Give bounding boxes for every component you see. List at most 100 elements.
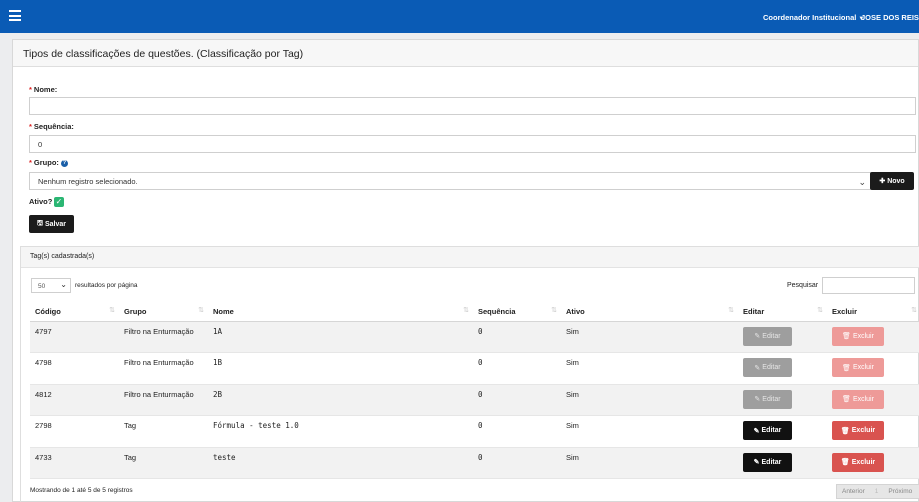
required-mark: * xyxy=(29,85,32,94)
cell-grupo: Tag xyxy=(119,447,208,479)
col-sequencia-label: Sequência xyxy=(478,306,516,316)
search-input[interactable] xyxy=(822,277,915,294)
role-dropdown[interactable]: Coordenador Institucional ▼ xyxy=(763,13,864,22)
cell-ativo: Sim xyxy=(561,352,738,385)
col-nome-label: Nome xyxy=(213,306,234,316)
menu-icon[interactable] xyxy=(9,10,21,21)
table-row: 4797 Filtro na Enturmação 1A 0 Sim ✎ Editar 🗑 Ex… xyxy=(30,321,919,353)
nome-label-wrap: * Nome: xyxy=(29,85,57,94)
per-page-select[interactable]: 50 ⌄ xyxy=(31,278,71,293)
edit-icon: ✎ xyxy=(754,333,761,340)
edit-label: Editar xyxy=(762,364,781,371)
edit-button[interactable]: ✎ Editar xyxy=(743,358,792,377)
plus-icon: ✚ xyxy=(879,178,886,185)
col-codigo[interactable]: Código ⇅ xyxy=(30,302,119,322)
per-page-value: 50 xyxy=(38,283,46,290)
top-navbar: Coordenador Institucional ▼ JOSE DOS REIS xyxy=(0,0,919,33)
tags-panel: Tag(s) cadastrada(s) 50 ⌄ resultados por… xyxy=(20,246,919,502)
cell-grupo: Filtro na Enturmação xyxy=(119,352,208,385)
sort-icon: ⇅ xyxy=(728,307,734,314)
cell-nome: teste xyxy=(208,447,473,479)
cell-editar: ✎ Editar xyxy=(738,352,827,385)
cell-nome: 1B xyxy=(208,352,473,385)
save-icon: 🖫 xyxy=(37,219,43,227)
edit-button[interactable]: ✎ Editar xyxy=(743,389,792,409)
required-mark: * xyxy=(29,158,32,167)
novo-button[interactable]: ✚ Novo xyxy=(870,172,914,190)
sequencia-label: Sequência: xyxy=(33,122,74,131)
sort-icon: ⇅ xyxy=(911,307,917,314)
nome-input[interactable] xyxy=(29,97,916,115)
novo-label: Novo xyxy=(887,177,905,185)
pager-page[interactable]: 1 xyxy=(870,488,884,495)
delete-button[interactable]: 🗑 Excluir xyxy=(832,421,884,440)
col-ativo[interactable]: Ativo ⇅ xyxy=(561,302,738,322)
grupo-label-wrap: * Grupo:? xyxy=(29,158,68,167)
edit-button[interactable]: ✎ Editar xyxy=(743,452,792,472)
edit-icon: ✎ xyxy=(753,427,760,435)
edit-icon: ✎ xyxy=(753,459,760,466)
col-grupo[interactable]: Grupo ⇅ xyxy=(119,302,208,322)
help-icon[interactable]: ? xyxy=(60,159,68,167)
delete-button[interactable]: 🗑 Excluir xyxy=(832,389,884,409)
role-label: Coordenador Institucional xyxy=(763,13,857,22)
grupo-select[interactable]: Nenhum registro selecionado. ⌄ xyxy=(29,172,871,190)
trash-icon: 🗑 xyxy=(840,427,850,435)
pager-prev[interactable]: Anterior xyxy=(837,488,870,495)
edit-button[interactable]: ✎ Editar xyxy=(743,421,792,440)
cell-codigo: 2798 xyxy=(30,415,119,448)
col-excluir[interactable]: Excluir ⇅ xyxy=(827,302,919,322)
col-editar[interactable]: Editar ⇅ xyxy=(738,302,827,322)
col-grupo-label: Grupo xyxy=(124,306,147,316)
table-info: Mostrando de 1 até 5 de 5 registros xyxy=(30,487,133,494)
cell-editar: ✎ Editar xyxy=(738,384,827,416)
sort-icon: ⇅ xyxy=(551,307,557,314)
col-sequencia[interactable]: Sequência ⇅ xyxy=(473,302,561,322)
table-row: 4733 Tag teste 0 Sim ✎ Editar 🗑 Excluir xyxy=(30,447,919,479)
cell-grupo: Filtro na Enturmação xyxy=(119,321,208,353)
grupo-label: Grupo: xyxy=(33,158,59,167)
col-codigo-label: Código xyxy=(35,306,61,316)
cell-excluir: 🗑 Excluir xyxy=(827,321,919,353)
edit-button[interactable]: ✎ Editar xyxy=(743,326,792,346)
user-name[interactable]: JOSE DOS REIS xyxy=(861,13,919,22)
edit-icon: ✎ xyxy=(754,396,761,403)
per-page-label: resultados por página xyxy=(75,282,138,289)
trash-icon: 🗑 xyxy=(842,396,851,403)
pager-next[interactable]: Próximo xyxy=(883,488,917,495)
table-header-row: Código ⇅ Grupo ⇅ Nome ⇅ Sequência ⇅ Ativo ⇅ E… xyxy=(30,302,919,322)
col-editar-label: Editar xyxy=(743,306,765,316)
required-mark: * xyxy=(29,122,32,131)
cell-codigo: 4733 xyxy=(30,447,119,479)
table-row: 2798 Tag Fórmula - teste 1.0 0 Sim ✎ Editar 🗑 Ex… xyxy=(30,415,919,448)
grupo-select-value: Nenhum registro selecionado. xyxy=(38,176,138,186)
col-nome[interactable]: Nome ⇅ xyxy=(208,302,473,322)
cell-nome: 1A xyxy=(208,321,473,353)
ativo-checkbox[interactable]: ✓ xyxy=(54,197,64,207)
delete-label: Excluir xyxy=(852,332,874,340)
search-label: Pesquisar xyxy=(787,282,819,289)
sort-icon: ⇅ xyxy=(463,307,469,314)
delete-button[interactable]: 🗑 Excluir xyxy=(832,326,884,346)
cell-nome: Fórmula - teste 1.0 xyxy=(208,415,473,448)
cell-editar: ✎ Editar xyxy=(738,415,827,448)
page-title: Tipos de classificações de questões. (Cl… xyxy=(13,40,918,67)
delete-label: Excluir xyxy=(852,364,874,371)
cell-codigo: 4812 xyxy=(30,384,119,416)
sequencia-input[interactable]: 0 xyxy=(29,135,916,153)
delete-label: Excluir xyxy=(852,395,874,403)
delete-button[interactable]: 🗑 Excluir xyxy=(832,452,884,472)
cell-grupo: Filtro na Enturmação xyxy=(119,384,208,416)
delete-label: Excluir xyxy=(851,427,876,434)
delete-button[interactable]: 🗑 Excluir xyxy=(832,358,884,377)
salvar-label: Salvar xyxy=(44,220,66,228)
delete-label: Excluir xyxy=(851,458,876,466)
salvar-button[interactable]: 🖫 Salvar xyxy=(29,215,74,233)
edit-label: Editar xyxy=(762,395,781,403)
cell-editar: ✎ Editar xyxy=(738,321,827,353)
sort-icon: ⇅ xyxy=(109,307,115,314)
main-panel: Tipos de classificações de questões. (Cl… xyxy=(12,39,919,502)
cell-excluir: 🗑 Excluir xyxy=(827,447,919,479)
trash-icon: 🗑 xyxy=(842,333,851,340)
sequencia-label-wrap: * Sequência: xyxy=(29,122,74,131)
